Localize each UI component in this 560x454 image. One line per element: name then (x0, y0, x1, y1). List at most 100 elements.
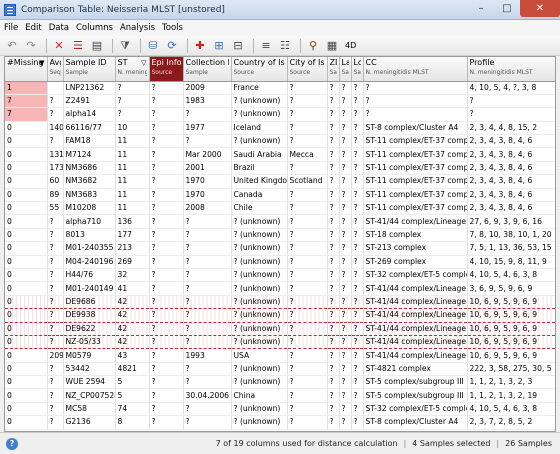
sort-arrow-icon[interactable]: ▼ (39, 59, 44, 67)
column-header[interactable]: La Sa (339, 57, 352, 82)
table-cell: 10 (115, 121, 150, 136)
table-row[interactable]: 0? 53442 4821??? (unknown)???? ST-4821 comp… (5, 362, 555, 377)
database-icon[interactable]: ⛁ (145, 38, 161, 54)
table-cell: WUE 2594 (63, 375, 116, 390)
table-row[interactable]: 1 LNP21362?? 2009 France????? 4, 10, 5, 4, ?… (5, 81, 555, 95)
menu-tools[interactable]: Tools (162, 23, 183, 33)
tree-icon[interactable]: ⚲ (305, 38, 321, 54)
table-cell: ? (287, 241, 328, 256)
table-row[interactable]: 0? H44/76 32??? (unknown)???? ST-32 complex… (5, 268, 555, 283)
table-cell: ST-11 complex/ET-37 complex (363, 174, 468, 189)
table-cell: Chile (231, 201, 288, 216)
table-cell: ST-41/44 complex/Lineage 3 (363, 321, 468, 336)
table-cell: NM3682 (63, 174, 116, 189)
table-row[interactable]: 0? DE9622 42??? (unknown)???? ST-41/44 comp… (5, 321, 555, 336)
table-cell: ? (351, 81, 364, 95)
table-row[interactable]: 0? MC58 74??? (unknown)???? ST-32 complex/E… (5, 402, 555, 417)
table-cell: ? (339, 255, 352, 269)
table-row[interactable]: 0 173 NM3686 11? 2001 Brazil???? ST-11 complex… (5, 161, 555, 176)
table-cell: ? (327, 147, 340, 162)
align-icon[interactable]: ☷ (277, 38, 293, 54)
table-row[interactable]: 7? Z2491?? 1983? (unknown)?????? (5, 94, 555, 109)
column-header[interactable]: STN. meningiti▽ (115, 57, 150, 82)
list-icon[interactable]: ≡ (258, 38, 274, 54)
table-row[interactable]: 0? G2136 8??? (unknown)???? ST-8 complex/Cl… (5, 415, 555, 430)
table-cell: ? (183, 321, 232, 336)
table-row[interactable]: 0 209 M0579 43? 1993 USA???? ST-41/44 complex/… (5, 348, 555, 363)
menu-analysis[interactable]: Analysis (120, 23, 155, 33)
table-cell: ? (287, 348, 328, 363)
column-header[interactable]: Collection D Sample (183, 57, 232, 82)
menu-edit[interactable]: Edit (25, 23, 41, 33)
help-icon[interactable]: ? (6, 437, 18, 450)
column-header[interactable]: #Missing ▼ (5, 57, 48, 82)
table-row[interactable]: 0? alpha710 136??? (unknown)???? ST-41/44 c… (5, 214, 555, 229)
sort-arrow-icon[interactable]: ▽ (141, 59, 146, 67)
table-row[interactable]: 060NM368211?1970United KingdomScotland??… (5, 174, 555, 189)
column-header[interactable]: CC N. meningitidis MLST (363, 57, 468, 82)
table-cell: 30.04.2006 (183, 388, 232, 403)
table-cell: M04-240196 (63, 255, 116, 269)
table-row[interactable]: 0? M04-240196 269??? (unknown)???? ST-269 c… (5, 255, 555, 269)
table-row[interactable]: 0 89 NM3683 11? 1970 Canada???? ST-11 complex/… (5, 188, 555, 203)
redo-icon[interactable]: ↷ (23, 38, 39, 54)
minimize-button[interactable]: – (468, 0, 494, 17)
calculator-icon[interactable]: ⊟ (230, 38, 246, 54)
table-cell: ? (327, 94, 340, 109)
column-header[interactable]: Lo Sa (351, 57, 364, 82)
column-settings-icon[interactable]: ⊞ (211, 38, 227, 54)
table-cell: ? (351, 321, 364, 336)
table-row[interactable]: 0? M01-240355 213??? (unknown)???? ST-213 c… (5, 241, 555, 256)
table-row[interactable]: 0? DE9938 42??? (unknown)???? ST-41/44 comp… (5, 308, 555, 323)
column-header[interactable]: Sample ID Sample (63, 57, 116, 82)
table-cell: 55 (47, 201, 64, 216)
table-cell: ST-41/44 complex/Lineage 3 (363, 214, 468, 229)
close-button[interactable]: ✕ (520, 0, 560, 17)
menu-columns[interactable]: Columns (76, 23, 113, 33)
column-header[interactable]: City of Is Source (287, 57, 328, 82)
column-header[interactable]: Epi Info Source (149, 57, 184, 82)
table-cell: ? (unknown) (231, 228, 288, 243)
4d-view-button[interactable]: 4D (345, 41, 356, 50)
table-cell: ? (unknown) (231, 415, 288, 430)
table-row[interactable]: 0? NZ-05/33 42??? (unknown)???? ST-41/44 co… (5, 334, 555, 350)
table-row[interactable]: 0? M01-240149 41??? (unknown)???? ST-41/44 … (5, 281, 555, 296)
delete-icon[interactable]: ✕ (51, 38, 67, 54)
table-row[interactable]: 0? NZ_CP007524 5? 30.04.2006 China???? ST-5 c… (5, 388, 555, 403)
table-row[interactable]: 0? FAM18 11??? (unknown)???? ST-11 complex/… (5, 134, 555, 149)
table-row[interactable]: 0 140 66116/77 10? 1977 Iceland???? ST-8 compl… (5, 121, 555, 136)
table-cell: ? (unknown) (231, 362, 288, 377)
table-icon[interactable]: ▤ (89, 38, 105, 54)
undo-icon[interactable]: ↶ (4, 38, 20, 54)
menu-file[interactable]: File (4, 23, 18, 33)
table-cell: ? (339, 375, 352, 390)
grid-icon[interactable]: ▦ (324, 38, 340, 54)
remove-rows-icon[interactable]: ☰ (70, 38, 86, 54)
column-header[interactable]: Profile N. meningitidis MLST (467, 57, 555, 82)
column-header[interactable]: ZII Sa (327, 57, 340, 82)
table-cell: ? (339, 362, 352, 377)
table-row[interactable]: 0 131 M7124 11? Mar 2000 Saudi Arabia Mecca???… (5, 147, 555, 162)
table-row[interactable]: 0 55 M10208 11? 2008 Chile???? ST-11 complex/E… (5, 201, 555, 216)
table-cell: ? (351, 121, 364, 136)
table-row[interactable]: 0? DE9686 42??? (unknown)???? ST-41/44 comp… (5, 294, 555, 310)
maximize-button[interactable]: □ (494, 0, 520, 17)
table-cell: ? (183, 375, 232, 390)
table-row[interactable]: 7? alpha14???? (unknown)?????? (5, 107, 555, 122)
table-cell: 42 (115, 294, 150, 310)
table-cell: ST-11 complex/ET-37 complex (363, 147, 468, 162)
menu-data[interactable]: Data (49, 23, 69, 33)
filter-icon[interactable]: ⧩ (117, 38, 133, 54)
table-cell: ? (339, 415, 352, 430)
import-icon[interactable]: ⟳ (164, 38, 180, 54)
column-header[interactable]: Avg. Sequ (47, 57, 64, 82)
table-cell: ? (unknown) (231, 214, 288, 229)
table-cell: ? (339, 81, 352, 95)
table-row[interactable]: 0? 8013 177??? (unknown)???? ST-18 complex 7… (5, 228, 555, 243)
column-header[interactable]: Country of Isol Source (231, 57, 288, 82)
add-column-icon[interactable]: ✚ (192, 38, 208, 54)
table-row[interactable]: 0? WUE 2594 5??? (unknown)???? ST-5 complex… (5, 375, 555, 390)
table-cell: 2001 (183, 161, 232, 176)
table-cell: LNP21362 (63, 81, 116, 95)
table-cell: M0579 (63, 348, 116, 363)
